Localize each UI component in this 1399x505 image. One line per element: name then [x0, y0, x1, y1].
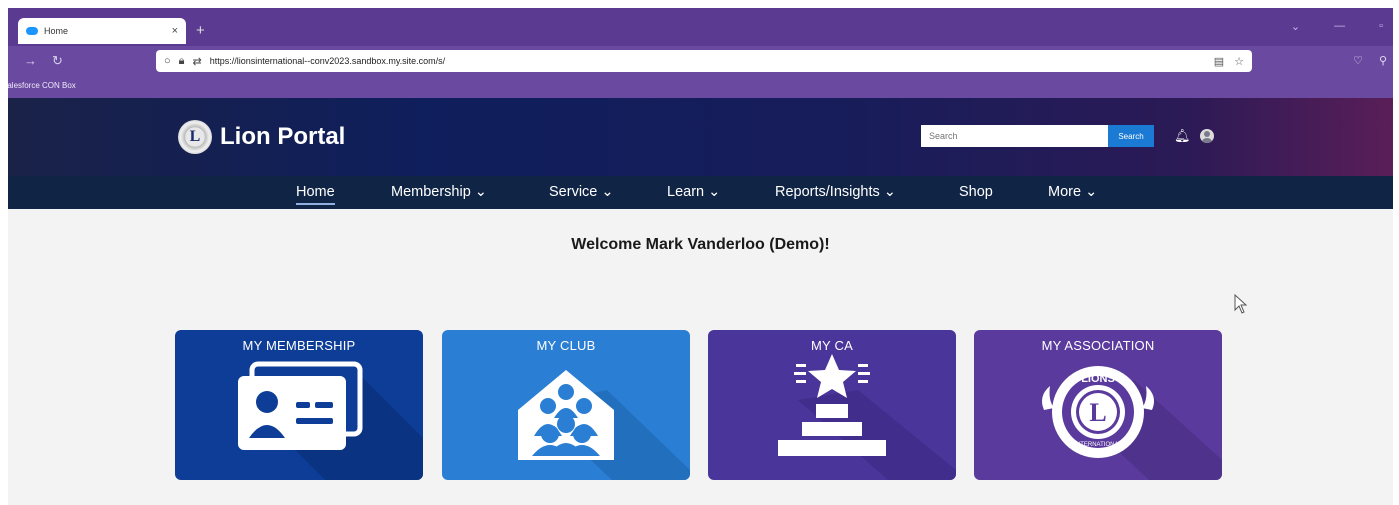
- emblem-text-top: LIONS: [1081, 373, 1115, 385]
- brand-name: Lion Portal: [220, 123, 346, 150]
- tile-my-membership[interactable]: MY MEMBERSHIP: [175, 330, 423, 480]
- nav-home[interactable]: Home: [296, 184, 335, 205]
- tab-title: Home: [44, 26, 69, 36]
- tile-label: MY MEMBERSHIP: [242, 338, 356, 353]
- nav-membership[interactable]: Membership ⌄: [391, 184, 487, 200]
- tile-my-club[interactable]: MY CLUB: [442, 330, 690, 480]
- search-input[interactable]: [921, 125, 1108, 147]
- nav-service[interactable]: Service ⌄: [549, 184, 614, 200]
- emblem-text-bottom: INTERNATIONAL: [1074, 442, 1122, 448]
- new-tab-button[interactable]: +: [196, 22, 205, 39]
- tab-close-icon[interactable]: ×: [172, 25, 178, 37]
- bookmark-star-icon[interactable]: ☆: [1234, 55, 1244, 68]
- mouse-cursor-icon: [1234, 294, 1248, 314]
- search-form: Search: [921, 125, 1154, 147]
- window-controls: ⌄ — ▫: [1291, 20, 1383, 33]
- emblem-letter: L: [1089, 398, 1106, 427]
- nav-reports-insights[interactable]: Reports/Insights ⌄: [775, 184, 896, 200]
- minimize-icon[interactable]: —: [1334, 20, 1345, 33]
- nav-learn[interactable]: Learn ⌄: [667, 184, 720, 200]
- lions-logo-icon: L: [178, 120, 212, 154]
- lock-icon[interactable]: 🔒︎: [179, 55, 185, 68]
- reload-icon[interactable]: ↻: [52, 53, 63, 69]
- salesforce-cloud-icon: [26, 27, 38, 35]
- reader-view-icon[interactable]: ▤: [1214, 55, 1224, 68]
- main-nav: Home Membership ⌄ Service ⌄ Learn ⌄ Repo…: [8, 176, 1393, 209]
- address-bar[interactable]: ○ 🔒︎ ⇄ https://lionsinternational--conv2…: [156, 50, 1252, 72]
- browser-tab-home[interactable]: Home ×: [18, 18, 186, 44]
- browser-window: Home × + ⌄ — ▫ → ↻ ○ 🔒︎ ⇄ https://lionsi…: [8, 8, 1393, 505]
- tile-my-association[interactable]: L LIONS INTERNATIONAL MY ASSOCIATION: [974, 330, 1222, 480]
- tab-strip: Home × + ⌄ — ▫: [8, 8, 1393, 46]
- tab-list-chevron-icon[interactable]: ⌄: [1291, 20, 1300, 33]
- url-text[interactable]: https://lionsinternational--conv2023.san…: [210, 56, 1204, 66]
- nav-more[interactable]: More ⌄: [1048, 184, 1097, 200]
- search-button[interactable]: Search: [1108, 125, 1154, 147]
- welcome-heading: Welcome Mark Vanderloo (Demo)!: [571, 236, 830, 253]
- forward-icon[interactable]: →: [24, 53, 37, 68]
- extension-icons: ♡ ⚲: [1353, 54, 1387, 67]
- user-avatar[interactable]: [1200, 129, 1214, 143]
- browser-toolbar: → ↻ ○ 🔒︎ ⇄ https://lionsinternational--c…: [8, 46, 1393, 76]
- permissions-icon[interactable]: ⇄: [193, 55, 202, 68]
- tile-my-ca[interactable]: MY CA: [708, 330, 956, 480]
- extensions-icon[interactable]: ⚲: [1379, 54, 1387, 67]
- site-header: L Lion Portal Search 🔔︎: [8, 98, 1393, 176]
- shield-icon[interactable]: ○: [164, 55, 171, 67]
- tile-label: MY CA: [811, 338, 853, 353]
- tile-label: MY CLUB: [536, 338, 596, 353]
- tile-label: MY ASSOCIATION: [1041, 338, 1155, 353]
- pocket-icon[interactable]: ♡: [1353, 54, 1363, 67]
- notification-bell-icon[interactable]: 🔔︎: [1174, 128, 1191, 144]
- nav-shop[interactable]: Shop: [959, 184, 993, 200]
- brand[interactable]: L Lion Portal: [178, 120, 345, 154]
- bookmarks-bar: Salesforce CON Box: [8, 76, 1393, 98]
- bookmark-salesforce-con-box[interactable]: Salesforce CON Box: [8, 81, 76, 90]
- restore-icon[interactable]: ▫: [1379, 20, 1383, 33]
